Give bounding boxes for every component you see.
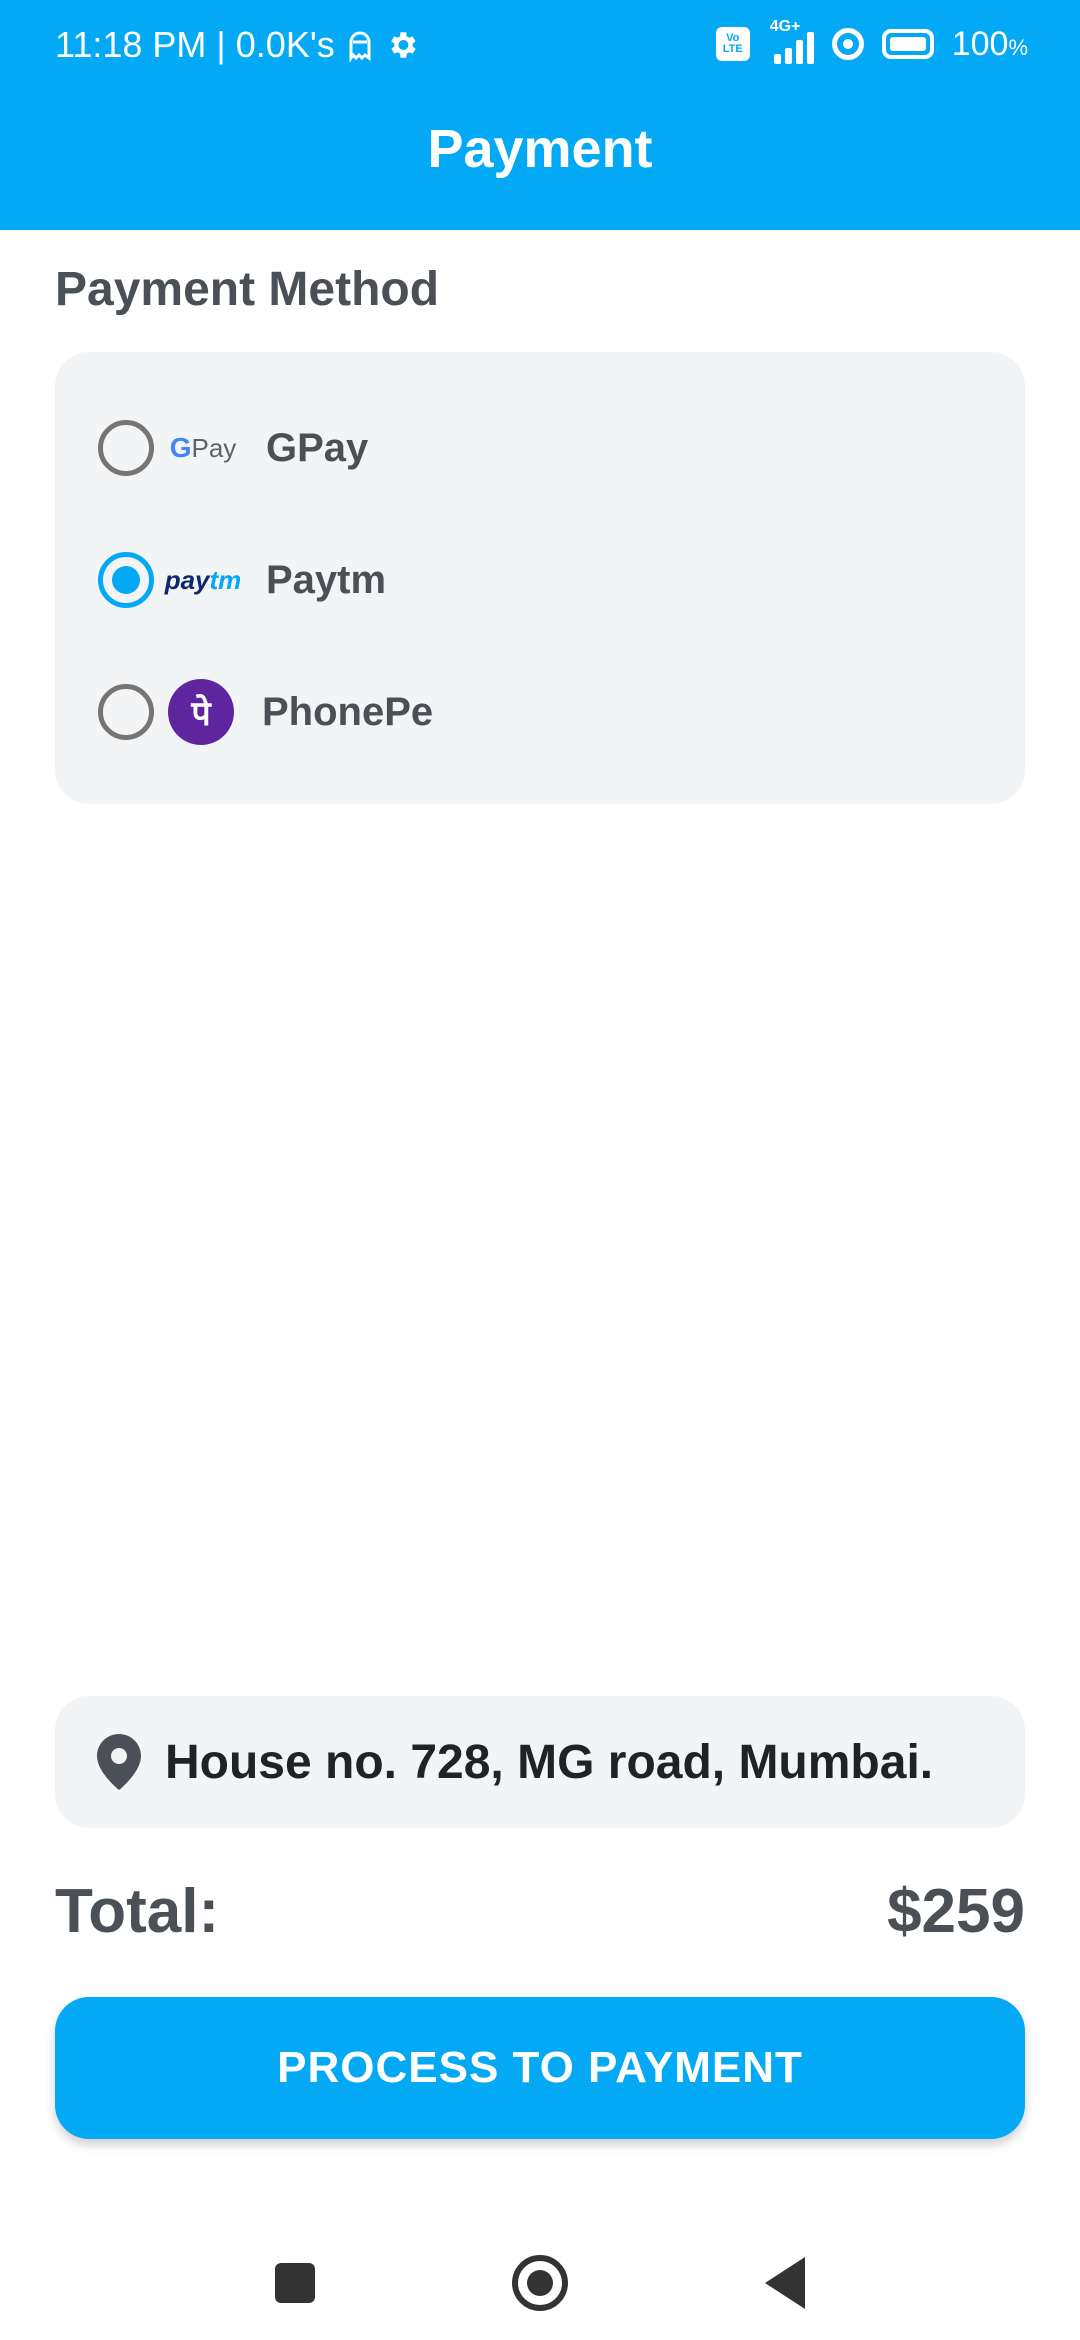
home-button[interactable] (507, 2250, 573, 2316)
volte-bottom: LTE (722, 43, 743, 55)
paytm-logo: pay tm (164, 547, 242, 613)
delivery-address[interactable]: House no. 728, MG road, Mumbai. (55, 1696, 1025, 1828)
app-header: 11:18 PM | 0.0K's Vo LTE 4G+ 100% Paymen… (0, 0, 1080, 230)
status-left: 11:18 PM | 0.0K's (55, 24, 419, 66)
network-type: 4G+ (769, 18, 801, 35)
gpay-logo-text: Pay (191, 432, 237, 463)
payment-method-heading: Payment Method (55, 263, 440, 316)
payment-option-paytm[interactable]: pay tm Paytm (98, 540, 386, 620)
battery-level: 100% (952, 25, 1028, 64)
address-text: House no. 728, MG road, Mumbai. (165, 1735, 934, 1789)
back-icon (765, 2257, 805, 2309)
gear-icon (390, 32, 416, 58)
volte-icon: Vo LTE (715, 27, 750, 61)
total-amount: $259 (887, 1877, 1025, 1946)
paytm-logo-pay: pay (164, 564, 210, 595)
battery-unit: % (1008, 34, 1028, 60)
phonepe-logo-text: पे (191, 695, 211, 733)
status-right: Vo LTE 4G+ 100% (715, 18, 1028, 64)
gpay-label: GPay (266, 425, 369, 470)
paytm-label: Paytm (266, 557, 387, 602)
battery-value: 100 (951, 24, 1009, 63)
phonepe-logo: पे (168, 679, 234, 745)
signal-icon: 4G+ (768, 18, 814, 64)
status-bar: 11:18 PM | 0.0K's Vo LTE 4G+ 100% (0, 0, 1080, 96)
process-payment-button[interactable]: PROCESS TO PAYMENT (55, 1997, 1025, 2139)
paytm-logo-tm: tm (209, 564, 242, 595)
payment-option-phonepe[interactable]: पे PhonePe (98, 672, 433, 752)
battery-icon (881, 29, 934, 59)
payment-screen: 11:18 PM | 0.0K's Vo LTE 4G+ 100% Paymen… (0, 0, 1080, 2340)
gpay-logo: G Pay (168, 415, 238, 481)
status-time: 11:18 PM | 0.0K's (55, 24, 335, 65)
payment-option-gpay[interactable]: G Pay GPay (98, 408, 368, 488)
recents-button[interactable] (262, 2250, 328, 2316)
hotspot-icon (831, 28, 864, 60)
ghost-notification-icon (349, 31, 371, 62)
location-pin-icon (97, 1734, 141, 1790)
phonepe-radio[interactable] (98, 684, 154, 740)
system-navigation-bar (0, 2220, 1080, 2330)
gpay-logo-g: G (169, 432, 192, 463)
phonepe-label: PhonePe (262, 689, 434, 734)
gpay-radio[interactable] (98, 420, 154, 476)
home-icon (512, 2255, 568, 2311)
recents-icon (275, 2263, 315, 2303)
page-title: Payment (427, 119, 653, 179)
back-button[interactable] (752, 2250, 818, 2316)
paytm-radio[interactable] (98, 552, 154, 608)
payment-methods-card: G Pay GPay pay tm Paytm पे PhonePe (55, 352, 1025, 804)
total-label: Total: (55, 1877, 220, 1946)
